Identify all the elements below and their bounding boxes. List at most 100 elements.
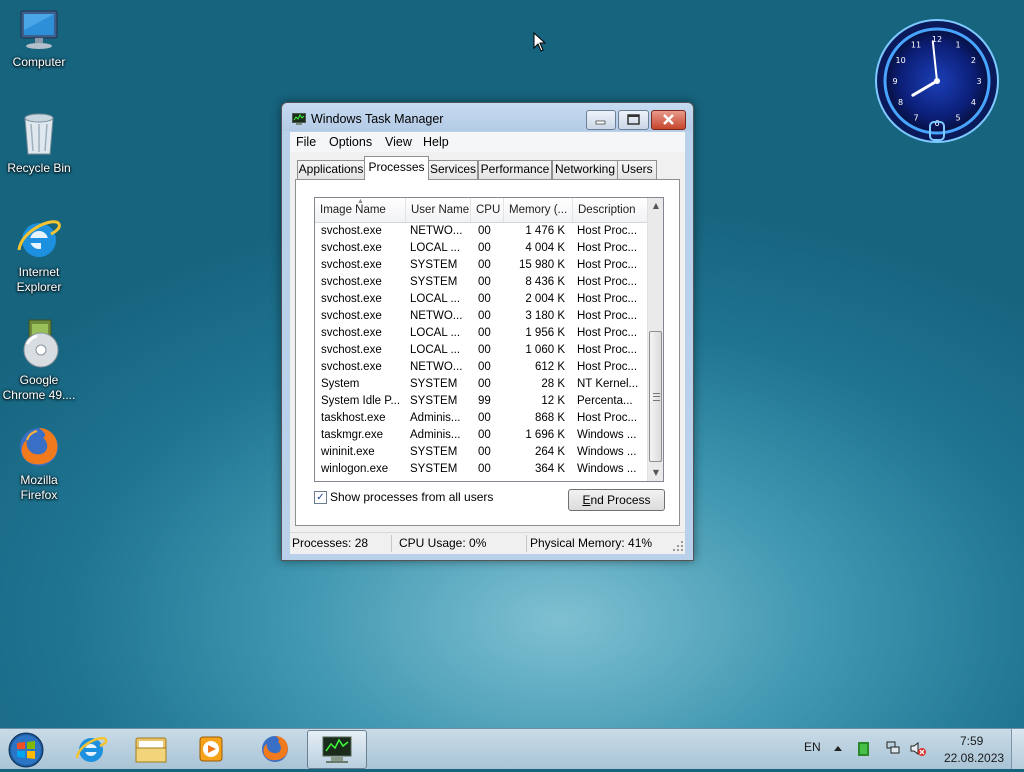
- process-cpu: 00: [478, 310, 491, 322]
- clock-number: 2: [971, 56, 976, 65]
- resize-grip-icon[interactable]: [673, 541, 683, 551]
- clock-number: 10: [896, 56, 906, 65]
- desktop-icon-internet-explorer[interactable]: Internet Explorer: [1, 214, 77, 295]
- maximize-button[interactable]: [618, 110, 649, 130]
- table-row[interactable]: wininit.exe SYSTEM 00 264 K Windows ...: [315, 445, 647, 462]
- process-user-name: SYSTEM: [410, 276, 458, 288]
- process-cpu: 00: [478, 344, 491, 356]
- table-row[interactable]: svchost.exe SYSTEM 00 15 980 K Host Proc...: [315, 258, 647, 275]
- taskbar-task-manager[interactable]: [307, 730, 367, 769]
- table-row[interactable]: svchost.exe NETWO... 00 612 K Host Proc...: [315, 360, 647, 377]
- process-image-name: svchost.exe: [321, 361, 382, 373]
- table-row[interactable]: System SYSTEM 00 28 K NT Kernel...: [315, 377, 647, 394]
- table-row[interactable]: svchost.exe LOCAL ... 00 2 004 K Host Proc..…: [315, 292, 647, 309]
- title-bar[interactable]: Windows Task Manager: [282, 103, 693, 131]
- desktop-icon-computer[interactable]: Computer: [1, 8, 77, 70]
- table-row[interactable]: svchost.exe LOCAL ... 00 4 004 K Host Proc..…: [315, 241, 647, 258]
- network-icon[interactable]: [886, 741, 900, 755]
- process-user-name: NETWO...: [410, 361, 463, 373]
- vertical-scrollbar[interactable]: ▲ ▼: [647, 198, 663, 481]
- firefox-icon: [20, 428, 58, 466]
- volume-muted-icon[interactable]: [910, 741, 926, 757]
- end-process-button[interactable]: End Process: [568, 489, 665, 511]
- menu-options[interactable]: Options: [329, 135, 372, 149]
- desktop-icon-mozilla-firefox[interactable]: Mozilla Firefox: [1, 422, 77, 503]
- process-memory: 4 004 K: [525, 242, 565, 254]
- process-list[interactable]: ▲ Image Name User Name CPU Memory (... D…: [314, 197, 664, 482]
- start-button[interactable]: [6, 731, 46, 769]
- tab-performance[interactable]: Performance: [478, 160, 552, 179]
- processes-panel: ▲ Image Name User Name CPU Memory (... D…: [295, 179, 680, 526]
- clock-number: 7: [913, 113, 918, 122]
- menu-view[interactable]: View: [385, 135, 412, 149]
- desktop-icon-google-chrome[interactable]: Google Chrome 49....: [1, 318, 77, 403]
- clock-number: 3: [976, 77, 981, 86]
- taskbar-internet-explorer[interactable]: [62, 730, 120, 767]
- process-memory: 15 980 K: [518, 259, 565, 271]
- tab-processes[interactable]: Processes: [364, 156, 429, 180]
- scroll-down-icon[interactable]: ▼: [648, 465, 663, 481]
- taskbar-file-explorer[interactable]: [121, 730, 179, 767]
- status-bar: Processes: 28 CPU Usage: 0% Physical Mem…: [290, 532, 685, 554]
- table-row[interactable]: svchost.exe LOCAL ... 00 1 060 K Host Proc..…: [315, 343, 647, 360]
- desktop-icon-label: Recycle Bin: [7, 161, 71, 175]
- taskbar-firefox[interactable]: [246, 730, 304, 767]
- close-button[interactable]: [651, 110, 686, 130]
- column-image-name[interactable]: ▲ Image Name: [315, 198, 406, 222]
- menu-help[interactable]: Help: [423, 135, 449, 149]
- column-user-name[interactable]: User Name: [406, 198, 471, 222]
- table-row[interactable]: System Idle P... SYSTEM 99 12 K Percenta...: [315, 394, 647, 411]
- sort-ascending-icon: ▲: [357, 198, 364, 205]
- clock-number: 9: [892, 77, 897, 86]
- tab-networking[interactable]: Networking: [552, 160, 618, 179]
- column-cpu[interactable]: CPU: [471, 198, 504, 222]
- table-row[interactable]: svchost.exe SYSTEM 00 8 436 K Host Proc...: [315, 275, 647, 292]
- process-cpu: 00: [478, 361, 491, 373]
- column-description[interactable]: Description: [573, 198, 647, 222]
- process-cpu: 00: [478, 463, 491, 475]
- folder-icon: [135, 737, 167, 763]
- show-hidden-icons-icon[interactable]: [834, 745, 842, 751]
- maximize-icon: [627, 114, 640, 125]
- action-center-flag-icon[interactable]: [858, 742, 869, 756]
- minimize-button[interactable]: [586, 110, 616, 130]
- process-user-name: SYSTEM: [410, 378, 458, 390]
- show-all-users-checkbox[interactable]: ✓: [314, 491, 327, 504]
- process-user-name: LOCAL ...: [410, 344, 461, 356]
- tab-services[interactable]: Services: [428, 160, 478, 179]
- table-row[interactable]: svchost.exe NETWO... 00 1 476 K Host Proc...: [315, 224, 647, 241]
- taskbar-media-player[interactable]: [182, 730, 240, 767]
- clock-number: 11: [911, 41, 921, 50]
- menu-file[interactable]: File: [296, 135, 316, 149]
- process-image-name: System Idle P...: [321, 395, 401, 407]
- mouse-pointer-icon: [533, 32, 547, 52]
- status-processes: Processes: 28: [292, 536, 369, 550]
- scrollbar-thumb[interactable]: [649, 331, 662, 462]
- clock-gadget[interactable]: 12 1 2 3 4 5 6 7 8 9 10 11: [874, 18, 1000, 144]
- process-description: Windows ...: [577, 429, 637, 441]
- language-indicator[interactable]: EN: [804, 740, 821, 754]
- desktop-icon-recycle-bin[interactable]: Recycle Bin: [1, 110, 77, 176]
- process-user-name: SYSTEM: [410, 259, 458, 271]
- clock-time[interactable]: 7:59: [960, 734, 983, 748]
- process-user-name: NETWO...: [410, 225, 463, 237]
- table-row[interactable]: svchost.exe NETWO... 00 3 180 K Host Proc...: [315, 309, 647, 326]
- scroll-up-icon[interactable]: ▲: [648, 198, 663, 214]
- process-description: Host Proc...: [577, 361, 638, 373]
- column-memory[interactable]: Memory (...: [504, 198, 573, 222]
- installer-disc-icon: [23, 319, 59, 368]
- tab-users[interactable]: Users: [617, 160, 657, 179]
- process-rows: svchost.exe NETWO... 00 1 476 K Host Proc...…: [315, 224, 647, 479]
- table-row[interactable]: taskhost.exe Adminis... 00 868 K Host Proc..…: [315, 411, 647, 428]
- table-row[interactable]: winlogon.exe SYSTEM 00 364 K Windows ...: [315, 462, 647, 479]
- process-memory: 868 K: [534, 412, 565, 424]
- clock-date[interactable]: 22.08.2023: [944, 751, 1004, 765]
- show-desktop-button[interactable]: [1011, 729, 1024, 769]
- table-row[interactable]: taskmgr.exe Adminis... 00 1 696 K Windows ..…: [315, 428, 647, 445]
- task-manager-window[interactable]: Windows Task Manager File Options View H…: [281, 102, 694, 561]
- process-description: Host Proc...: [577, 259, 638, 271]
- process-user-name: SYSTEM: [410, 395, 458, 407]
- tab-applications[interactable]: Applications: [297, 160, 365, 179]
- process-image-name: taskhost.exe: [321, 412, 386, 424]
- table-row[interactable]: svchost.exe LOCAL ... 00 1 956 K Host Proc..…: [315, 326, 647, 343]
